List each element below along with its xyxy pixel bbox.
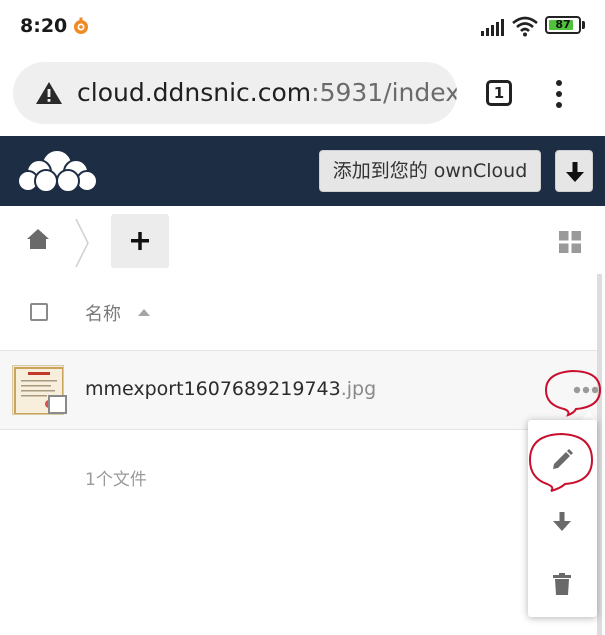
status-bar: 8:20 87 [0, 0, 605, 52]
clock: 8:20 [20, 15, 68, 37]
browser-toolbar: cloud.ddnsnic.com:5931/index.p 1 [0, 52, 605, 136]
url-path: :5931/index.p [311, 78, 457, 107]
more-vert-icon[interactable] [552, 78, 566, 110]
tabs-button[interactable]: 1 [486, 80, 512, 106]
file-basename: mmexport1607689219743 [85, 378, 341, 400]
url-text[interactable]: cloud.ddnsnic.com:5931/index.p [77, 78, 457, 107]
file-name[interactable]: mmexport1607689219743.jpg [85, 378, 376, 400]
delete-action[interactable] [528, 554, 597, 614]
new-button[interactable] [111, 214, 169, 268]
download-icon [553, 512, 571, 531]
files-controls [0, 206, 600, 276]
scrollbar[interactable] [597, 274, 602, 635]
warning-icon[interactable] [35, 81, 63, 105]
annotation-circle-edit [528, 432, 594, 492]
trash-icon [553, 573, 571, 595]
battery-icon: 87 [545, 16, 581, 34]
signal-icon [481, 19, 504, 36]
file-row[interactable]: mmexport1607689219743.jpg [0, 351, 599, 430]
app-notification-icon [74, 17, 88, 34]
grid-view-icon[interactable] [559, 231, 581, 253]
plus-icon [131, 232, 149, 250]
annotation-circle-more [544, 369, 602, 417]
wifi-icon [512, 16, 538, 37]
download-action[interactable] [528, 492, 597, 552]
file-table-header: 名称 [0, 276, 597, 351]
battery-nub [582, 21, 585, 29]
owncloud-header: 添加到您的 ownCloud [0, 136, 605, 206]
url-host: cloud.ddnsnic.com [77, 78, 312, 107]
file-checkbox[interactable] [48, 395, 67, 414]
name-column-header[interactable]: 名称 [85, 300, 121, 326]
battery-level: 87 [555, 18, 571, 31]
file-extension: .jpg [340, 378, 377, 400]
add-to-owncloud-button[interactable]: 添加到您的 ownCloud [319, 150, 541, 192]
owncloud-logo[interactable] [16, 148, 98, 194]
select-all-checkbox[interactable] [30, 303, 48, 321]
sort-ascending-icon[interactable] [137, 308, 151, 317]
download-button[interactable] [555, 150, 593, 192]
breadcrumb-separator [75, 218, 89, 268]
file-summary: 1个文件 [85, 470, 147, 490]
address-bar[interactable]: cloud.ddnsnic.com:5931/index.p [13, 62, 457, 124]
download-icon [566, 162, 584, 182]
home-icon[interactable] [26, 228, 50, 250]
